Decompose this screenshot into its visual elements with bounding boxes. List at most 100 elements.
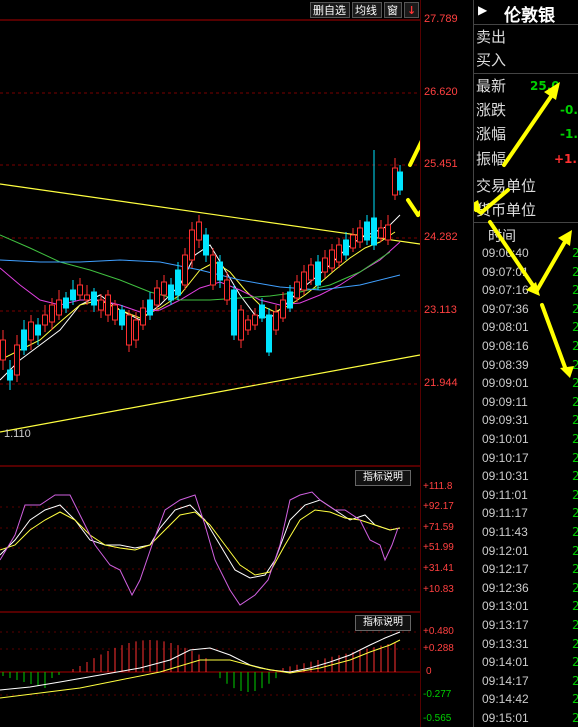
sell-row: 卖出	[476, 26, 578, 49]
candle-body	[350, 234, 356, 249]
candle-body	[119, 309, 125, 326]
tick-value: 2	[572, 599, 578, 613]
tick-value: 2	[572, 302, 578, 316]
candle-body	[7, 369, 13, 381]
indicator1-tick-label: +10.83	[423, 584, 454, 595]
candle-body	[364, 221, 370, 241]
latest-label: 最新	[476, 77, 507, 95]
quote-panel: ▶ 伦敦银 卖出 买入 最新 25.0 涨跌 -0.2 涨幅 -1.1 振幅 +…	[473, 0, 578, 727]
indicator1-help-button[interactable]: 指标说明	[355, 470, 411, 486]
trade-unit-label: 交易单位	[476, 177, 537, 195]
tick-time: 09:09:01	[482, 376, 529, 391]
tick-time: 09:11:01	[482, 487, 528, 502]
sell-label: 卖出	[476, 28, 507, 46]
pct-row: 涨幅 -1.1	[476, 123, 578, 146]
candle-body	[77, 284, 83, 296]
kline-chart-area[interactable]: 删自选 均线 窗 ↓ 1.110 指标说明 指标说明	[0, 0, 420, 727]
amplitude-label: 振幅	[476, 150, 507, 168]
pct-label: 涨幅	[476, 125, 507, 143]
candle-body	[56, 299, 62, 316]
candle-body	[252, 314, 258, 326]
window-button[interactable]: 窗	[384, 2, 402, 18]
candle-body	[322, 257, 328, 273]
candle-body	[133, 319, 139, 341]
tick-time: 09:09:11	[482, 394, 528, 409]
candle-body	[0, 339, 6, 361]
indicator2-help-button[interactable]: 指标说明	[355, 615, 411, 631]
tick-value: 2	[572, 488, 578, 502]
tick-time: 09:14:42	[482, 692, 529, 707]
candle-body	[182, 254, 188, 286]
tick-time: 09:09:31	[482, 413, 529, 428]
candle-body	[210, 254, 216, 286]
amplitude-value: +1.1	[554, 152, 578, 166]
tick-value: 2	[572, 711, 578, 725]
tick-value: 2	[572, 692, 578, 706]
candle-body	[49, 304, 55, 323]
price-tick-label: 23.113	[424, 304, 457, 316]
candle-body	[294, 281, 300, 299]
candle-body	[301, 271, 307, 291]
buy-label: 买入	[476, 51, 507, 69]
tick-time: 09:15:01	[482, 711, 529, 725]
candle-body	[112, 304, 118, 321]
tick-time: 09:12:01	[482, 543, 529, 558]
expand-arrow-icon[interactable]: ▶	[478, 3, 487, 17]
candle-body	[203, 234, 209, 256]
candle-body	[280, 299, 286, 319]
indicator1-tick-label: +31.41	[423, 563, 454, 574]
tick-value: 2	[572, 525, 578, 539]
tick-time: 09:07:01	[482, 264, 529, 279]
tick-value: 2	[572, 674, 578, 688]
lower-trend-line	[0, 354, 420, 433]
candle-body	[245, 319, 251, 331]
moving-average-button[interactable]: 均线	[352, 2, 382, 18]
indicator2-tick-label: +0.288	[423, 643, 454, 654]
candle-body	[371, 217, 377, 246]
candle-body	[175, 269, 181, 296]
tick-time: 09:11:43	[482, 525, 528, 539]
price-tick-label: 26.620	[424, 86, 458, 98]
tick-time: 09:10:31	[482, 469, 529, 484]
macd-histogram	[2, 640, 396, 692]
candle-body	[42, 314, 48, 326]
tick-time: 09:08:16	[482, 339, 529, 353]
buy-row: 买入	[476, 49, 578, 72]
tick-value: 2	[572, 581, 578, 595]
candle-body	[385, 224, 391, 241]
price-axis: 27.789 26.620 25.451 24.282 23.113 21.94…	[420, 0, 472, 727]
tick-value: 2	[572, 618, 578, 632]
delete-watchlist-button[interactable]: 删自选	[310, 2, 350, 18]
axis-ticks	[420, 0, 421, 727]
candle-body	[98, 299, 104, 311]
indicator1-tick-label: +51.99	[423, 542, 454, 553]
tick-value: 2	[572, 562, 578, 576]
candle-body	[105, 294, 111, 316]
annotation-arrows	[406, 139, 420, 217]
price-tick-label: 24.282	[424, 231, 458, 243]
candle-body	[126, 314, 132, 346]
tick-value: 2	[572, 246, 578, 260]
candle-body	[392, 167, 398, 196]
tick-time: 09:06:40	[482, 246, 529, 260]
indicator1-tick-label: +71.59	[423, 522, 454, 533]
tick-value: 2	[572, 376, 578, 390]
tick-time: 09:13:01	[482, 599, 529, 614]
tick-value: 2	[572, 637, 578, 651]
pin-arrow-button[interactable]: ↓	[404, 2, 419, 18]
candle-body	[238, 309, 244, 341]
candle-body	[147, 299, 153, 316]
latest-row: 最新 25.0	[476, 75, 578, 98]
candle-body	[84, 294, 90, 301]
tick-value: 2	[572, 320, 578, 334]
candle-body	[91, 291, 97, 306]
indicator1-tick-label: +111.8	[423, 481, 453, 492]
candle-body	[266, 314, 272, 353]
tick-value: 2	[572, 413, 578, 427]
indicator1-tick-label: +92.17	[423, 501, 454, 512]
tick-value: 2	[572, 283, 578, 297]
candle-body	[217, 261, 223, 281]
tick-value: 2	[572, 339, 578, 353]
tick-value: 2	[572, 432, 578, 446]
change-row: 涨跌 -0.2	[476, 99, 578, 122]
